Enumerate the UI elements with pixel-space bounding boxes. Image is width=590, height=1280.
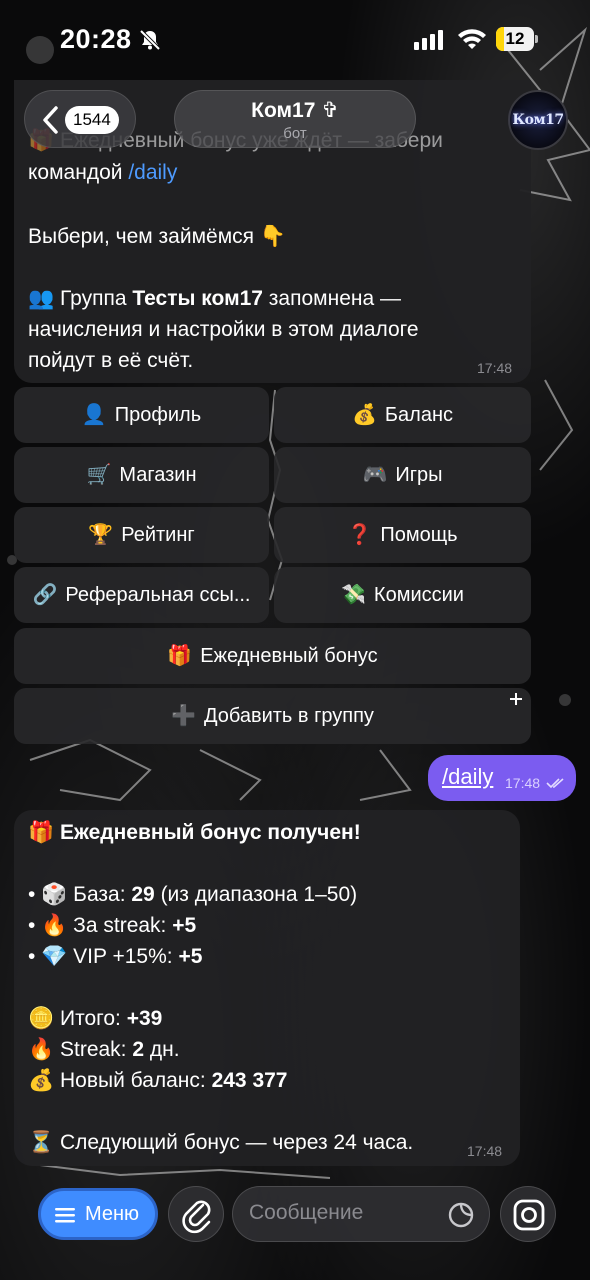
question-emoji-icon: ❓	[347, 524, 373, 546]
hamburger-icon	[55, 1208, 75, 1223]
bell-muted-icon	[139, 29, 161, 51]
bonus-received-message: 🎁 Ежедневный бонус получен! • 🎲 База: 29…	[14, 810, 520, 1166]
keyboard-button-help[interactable]: ❓ Помощь	[274, 507, 531, 563]
wifi-icon	[458, 29, 486, 49]
cart-emoji-icon: 🛒	[86, 464, 112, 486]
money-bag-emoji-icon: 💰	[352, 404, 377, 426]
gift-emoji-icon: 🎁	[28, 821, 55, 844]
vip-label: • 💎 VIP +15%:	[28, 945, 179, 968]
daily-command-link[interactable]: /daily	[128, 161, 177, 184]
keyboard-button-label: Профиль	[114, 404, 202, 426]
base-value: 29	[131, 883, 155, 906]
vip-value: +5	[178, 945, 203, 968]
keyboard-button-shop[interactable]: 🛒 Магазин	[14, 447, 269, 503]
gamepad-emoji-icon: 🎮	[362, 464, 388, 486]
unread-count-badge: 1544	[65, 106, 119, 134]
chat-avatar[interactable]: Ком17	[508, 90, 568, 150]
back-button[interactable]: 1544	[24, 90, 136, 148]
external-plus-icon	[510, 693, 522, 705]
chevron-left-icon	[43, 106, 58, 134]
camera-button[interactable]	[500, 1186, 556, 1242]
status-time: 20:28	[60, 24, 132, 54]
keyboard-button-label: Игры	[395, 464, 443, 486]
streak-bonus-value: +5	[172, 914, 197, 937]
keyboard-button-label: Комиссии	[373, 584, 464, 606]
attach-button[interactable]	[168, 1186, 224, 1242]
avatar-logo-text: Ком17	[512, 112, 564, 128]
balance-value: 243 377	[211, 1069, 288, 1092]
bonus-total-line: 🪙 Итого: +39	[28, 1004, 162, 1034]
camera-icon	[513, 1199, 545, 1231]
streak-value: 2	[132, 1038, 145, 1061]
money-wings-emoji-icon: 💸	[341, 584, 366, 606]
profile-emoji-icon: 👤	[81, 404, 107, 426]
sticker-icon[interactable]	[447, 1201, 475, 1229]
streak-days-line: 🔥 Streak: 2 дн.	[28, 1035, 180, 1065]
chat-subtitle: бот	[283, 125, 307, 142]
bonus-message-time: 17:48	[467, 1143, 503, 1159]
streak-label: 🔥 Streak:	[28, 1038, 133, 1061]
cellular-signal-icon	[414, 30, 443, 50]
link-emoji-icon: 🔗	[32, 584, 58, 606]
keyboard-button-label: Помощь	[380, 524, 458, 546]
status-bar: 20:28 12	[0, 0, 590, 80]
message-line-2: командой /daily	[28, 158, 177, 188]
keyboard-button-daily-bonus[interactable]: 🎁 Ежедневный бонус	[14, 628, 531, 684]
keyboard-button-games[interactable]: 🎮 Игры	[274, 447, 531, 503]
menu-label: Меню	[85, 1203, 140, 1225]
keyboard-button-balance[interactable]: 💰 Баланс	[274, 387, 531, 443]
keyboard-button-commissions[interactable]: 💸 Комиссии	[274, 567, 531, 623]
message-line-5: начисления и настройки в этом диалоге	[28, 318, 419, 341]
bonus-streak-line: • 🔥 За streak: +5	[28, 911, 196, 941]
message-line-4: 👥 Группа Тесты ком17 запомнена —	[28, 284, 401, 314]
base-range: (из диапазона 1–50)	[154, 883, 358, 906]
keyboard-button-label: Реферальная ссы...	[65, 584, 251, 606]
keyboard-button-add-to-group[interactable]: ➕ Добавить в группу	[14, 688, 531, 744]
message-line-4-prefix: 👥 Группа	[28, 287, 133, 310]
outgoing-command-link[interactable]: /daily	[442, 764, 493, 790]
next-bonus-line: ⏳ Следующий бонус — через 24 часа.	[28, 1131, 414, 1154]
message-input[interactable]: Сообщение	[232, 1186, 490, 1242]
keyboard-button-label: Рейтинг	[121, 524, 195, 546]
gift-emoji-icon: 🎁	[167, 645, 193, 667]
message-line-6: пойдут в её счёт.	[28, 349, 194, 372]
keyboard-button-label: Магазин	[119, 464, 197, 486]
battery-cap	[535, 35, 538, 43]
message-line-4-suffix: запомнена —	[262, 287, 401, 310]
plus-emoji-icon: ➕	[171, 705, 196, 727]
message-time: 17:48	[477, 360, 513, 376]
menu-button[interactable]: Меню	[38, 1188, 158, 1240]
keyboard-button-rating[interactable]: 🏆 Рейтинг	[14, 507, 269, 563]
keyboard-button-profile[interactable]: 👤 Профиль	[14, 387, 269, 443]
outgoing-time: 17:48	[505, 775, 541, 791]
keyboard-button-label: Добавить в группу	[203, 705, 374, 727]
chat-title: Ком17 ✞	[251, 99, 339, 122]
keyboard-button-label: Ежедневный бонус	[200, 645, 378, 667]
message-line-3: Выбери, чем займёмся 👇	[28, 225, 286, 248]
group-name: Тесты ком17	[132, 287, 263, 310]
message-input-placeholder: Сообщение	[249, 1201, 364, 1224]
paperclip-icon	[182, 1200, 211, 1234]
message-line-2-prefix: командой	[28, 161, 129, 184]
bonus-title-line: 🎁 Ежедневный бонус получен!	[28, 818, 361, 848]
battery-indicator: 12	[496, 27, 538, 51]
keyboard-button-label: Баланс	[384, 404, 453, 426]
chat-title-pill[interactable]: Ком17 ✞ бот	[174, 90, 416, 148]
base-label: • 🎲 База:	[28, 883, 132, 906]
total-label: 🪙 Итого:	[28, 1007, 127, 1030]
total-value: +39	[126, 1007, 163, 1030]
bonus-title: Ежедневный бонус получен!	[60, 821, 361, 844]
new-balance-line: 💰 Новый баланс: 243 377	[28, 1066, 288, 1096]
bonus-base-line: • 🎲 База: 29 (из диапазона 1–50)	[28, 880, 357, 910]
battery-fill	[496, 27, 504, 51]
streak-bonus-label: • 🔥 За streak:	[28, 914, 173, 937]
bonus-vip-line: • 💎 VIP +15%: +5	[28, 942, 202, 972]
balance-label: 💰 Новый баланс:	[28, 1069, 212, 1092]
trophy-emoji-icon: 🏆	[88, 524, 114, 546]
outgoing-message: /daily 17:48	[428, 755, 576, 801]
keyboard-button-referral[interactable]: 🔗 Реферальная ссы...	[14, 567, 269, 623]
double-check-icon	[546, 778, 564, 789]
streak-unit: дн.	[144, 1038, 180, 1061]
